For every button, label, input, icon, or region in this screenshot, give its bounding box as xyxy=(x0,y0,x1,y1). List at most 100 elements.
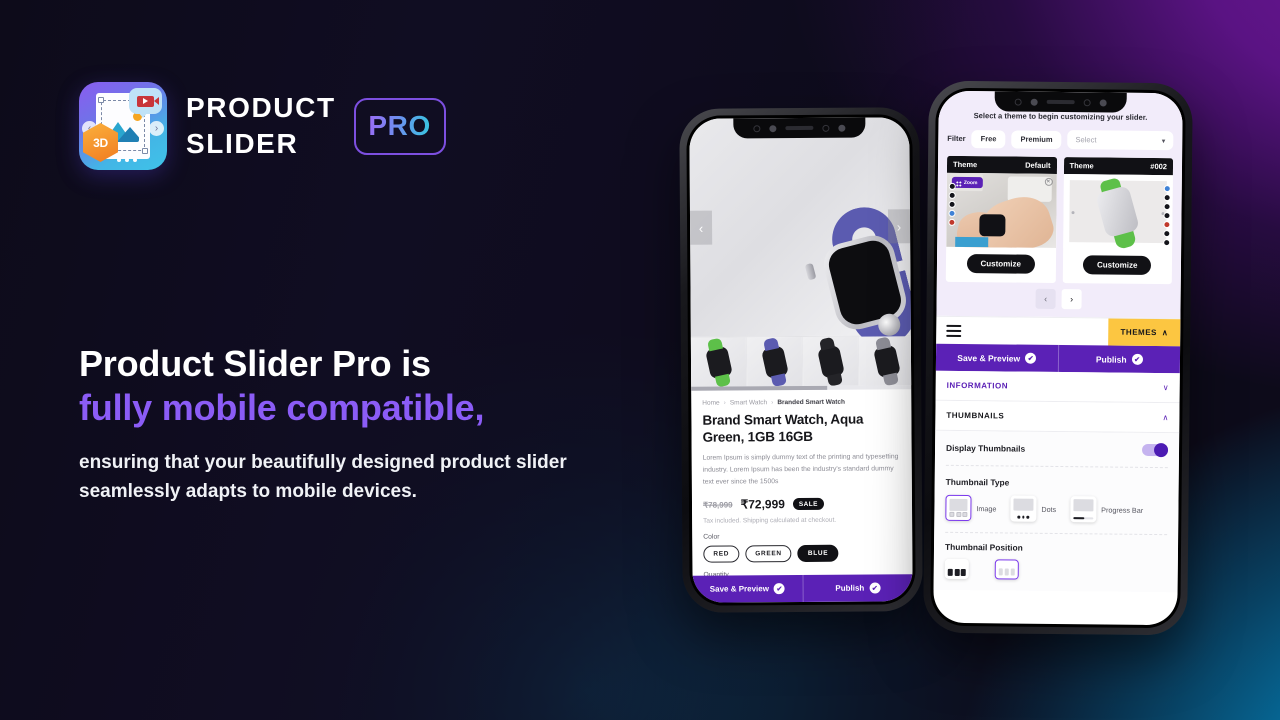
image-type-icon xyxy=(945,494,972,522)
chevron-up-icon: ∧ xyxy=(1162,413,1169,423)
phone-mockup-admin: Select a theme to begin customizing your… xyxy=(923,80,1193,636)
breadcrumb-home[interactable]: Home xyxy=(702,400,719,407)
phone2-screen: Select a theme to begin customizing your… xyxy=(933,90,1183,626)
thumbnail-type-progress[interactable]: Progress Bar xyxy=(1070,496,1143,523)
display-thumbnails-toggle[interactable] xyxy=(1141,443,1169,458)
section-information[interactable]: INFORMATION ∨ xyxy=(935,370,1180,404)
product-info: Home › Smart Watch › Branded Smart Watch… xyxy=(691,389,913,579)
panel-divider xyxy=(945,531,1168,536)
position-selected-icon[interactable] xyxy=(994,559,1019,580)
color-option-green[interactable]: GREEN xyxy=(745,545,792,563)
save-and-preview-button[interactable]: Save & Preview ✔ xyxy=(693,575,803,603)
product-title: Brand Smart Watch, Aqua Green, 1GB 16GB xyxy=(702,411,864,445)
logo-handle-br xyxy=(142,148,148,154)
headline-line1: Product Slider Pro is xyxy=(79,343,431,384)
thumbnails-settings-panel: Display Thumbnails Thumbnail Type Image xyxy=(933,430,1180,593)
save-and-preview-label: Save & Preview xyxy=(709,584,769,594)
customize-button[interactable]: Customize xyxy=(1082,255,1152,275)
thumbnail-position-options xyxy=(944,558,1167,581)
thumbnail-strip[interactable] xyxy=(690,335,913,387)
section-information-title: INFORMATION xyxy=(946,380,1009,391)
display-thumbnails-row: Display Thumbnails xyxy=(945,441,1169,469)
chevron-down-icon: ▾ xyxy=(1161,137,1166,145)
publish-button[interactable]: Publish ✔ xyxy=(1057,344,1181,374)
save-and-preview-button[interactable]: Save & Preview ✔ xyxy=(936,344,1058,372)
color-options: RED GREEN BLUE xyxy=(703,544,901,563)
thumbnail-type-dots[interactable]: Dots xyxy=(1010,495,1056,522)
thumbnail-type-progress-label: Progress Bar xyxy=(1101,504,1144,515)
section-thumbnails-title: THUMBNAILS xyxy=(946,410,1005,421)
admin-toolbar: THEMES ∧ xyxy=(936,315,1181,347)
carousel-prev-button[interactable]: ‹ xyxy=(1035,288,1056,309)
theme-card-footer: Customize xyxy=(946,247,1056,283)
thumbnail-type-image-label: Image xyxy=(976,503,997,513)
thumbnail-item[interactable] xyxy=(858,336,913,386)
product-slider-logo-icon: ‹ › 3D xyxy=(79,82,167,170)
price-original: ₹78,999 xyxy=(702,500,733,510)
check-icon: ✔ xyxy=(773,583,785,595)
phone1-action-bar: Save & Preview ✔ Publish ✔ xyxy=(692,574,913,603)
theme-card-preview xyxy=(1062,174,1173,250)
thumbnail-type-image[interactable]: Image xyxy=(945,494,997,522)
themes-label: THEMES xyxy=(1120,327,1157,338)
logo-next-arrow-icon: › xyxy=(149,121,164,136)
hero-next-button[interactable]: › xyxy=(887,209,911,244)
publish-label: Publish xyxy=(1095,353,1127,365)
brand-name-line2: SLIDER xyxy=(186,128,299,159)
save-and-preview-label: Save & Preview xyxy=(957,352,1021,364)
zoom-tag-badge: Zoom xyxy=(951,176,983,189)
customize-button[interactable]: Customize xyxy=(966,254,1036,274)
phone1-notch xyxy=(733,117,866,139)
hero-prev-button[interactable]: ‹ xyxy=(689,210,713,245)
check-icon: ✔ xyxy=(869,582,881,594)
thumbnail-type-label: Thumbnail Type xyxy=(945,476,1010,488)
color-option-red[interactable]: RED xyxy=(703,545,740,563)
product-hero-image: ‹ › xyxy=(689,117,913,353)
progress-bar-type-icon xyxy=(1070,496,1097,523)
theme-carousel-nav: ‹ › xyxy=(946,288,1172,310)
price-row: ₹78,999 ₹72,999 SALE xyxy=(702,496,901,512)
theme-card-label: Theme xyxy=(1069,161,1094,171)
theme-card[interactable]: Theme #002 Customize xyxy=(1062,157,1174,285)
theme-select-dropdown[interactable]: Select ▾ xyxy=(1067,130,1174,151)
preview-side-icons xyxy=(948,182,956,226)
theme-card-header: Theme #002 xyxy=(1063,157,1174,176)
theme-card[interactable]: Theme Default Zoom ✕ Customize xyxy=(945,155,1057,283)
theme-filter-row: Filter Free Premium Select ▾ xyxy=(947,129,1174,151)
theme-card-label: Theme xyxy=(952,159,978,170)
pro-badge: PRO xyxy=(353,97,446,155)
phone1-screen: ‹ › Home › Smart Watch › Branded Smart W… xyxy=(689,117,913,603)
filter-premium-button[interactable]: Premium xyxy=(1011,130,1062,149)
themes-button[interactable]: THEMES ∧ xyxy=(1108,318,1181,347)
headline-line2: fully mobile compatible, xyxy=(79,386,485,428)
brand-logo-block: ‹ › 3D PRODUCT SLIDER PRO xyxy=(79,82,446,170)
preview-side-icons xyxy=(1163,185,1171,247)
phone-mockup-storefront: ‹ › Home › Smart Watch › Branded Smart W… xyxy=(679,107,923,613)
admin-action-bar: Save & Preview ✔ Publish ✔ xyxy=(935,343,1181,374)
color-label: Color xyxy=(703,533,720,541)
section-thumbnails[interactable]: THUMBNAILS ∧ xyxy=(935,400,1180,434)
publish-button[interactable]: Publish ✔ xyxy=(802,574,913,602)
publish-label: Publish xyxy=(835,583,865,593)
thumbnail-item[interactable] xyxy=(690,337,748,387)
thumbnail-position-label: Thumbnail Position xyxy=(944,541,1023,553)
dots-type-icon xyxy=(1010,495,1037,522)
theme-card-footer: Customize xyxy=(1062,248,1172,284)
headline: Product Slider Pro is fully mobile compa… xyxy=(79,342,599,430)
breadcrumb: Home › Smart Watch › Branded Smart Watch xyxy=(702,398,900,407)
color-option-blue[interactable]: BLUE xyxy=(797,544,839,563)
theme-chooser: Select a theme to begin customizing your… xyxy=(936,90,1183,319)
thumbnail-item[interactable] xyxy=(746,336,804,387)
thumbnail-item[interactable] xyxy=(802,336,860,386)
price-current: ₹72,999 xyxy=(740,497,785,512)
filter-free-button[interactable]: Free xyxy=(971,129,1006,148)
close-icon: ✕ xyxy=(1044,177,1053,186)
position-bottom-icon[interactable] xyxy=(944,558,969,580)
breadcrumb-category[interactable]: Smart Watch xyxy=(730,399,767,406)
pro-badge-label: PRO xyxy=(368,110,431,141)
breadcrumb-sep: › xyxy=(771,399,774,407)
tax-note: Tax included. Shipping calculated at che… xyxy=(703,516,837,525)
carousel-next-button[interactable]: › xyxy=(1061,289,1082,310)
subheadline: ensuring that your beautifully designed … xyxy=(79,451,567,502)
hamburger-icon[interactable] xyxy=(936,317,1109,346)
